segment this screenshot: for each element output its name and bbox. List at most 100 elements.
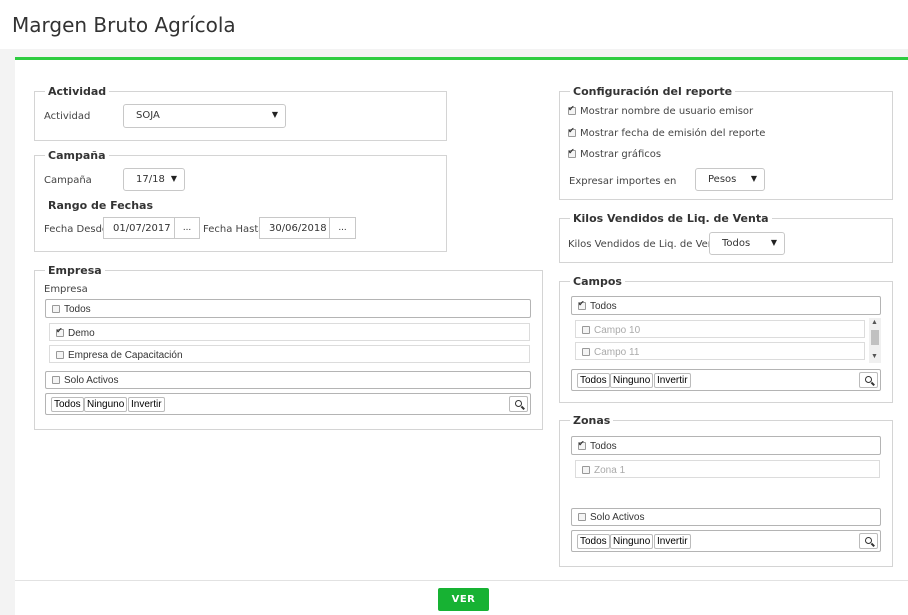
campos-ninguno-button[interactable]: Ninguno xyxy=(610,373,654,388)
search-icon xyxy=(865,376,872,383)
zonas-solo-activos-row[interactable]: Solo Activos xyxy=(571,508,881,526)
zonas-todos-row[interactable]: Todos xyxy=(571,436,881,455)
actividad-select[interactable]: SOJA ▼ xyxy=(123,104,286,128)
checkbox-checked-icon[interactable] xyxy=(568,104,576,115)
search-icon xyxy=(865,537,872,544)
search-icon xyxy=(515,400,522,407)
campos-toolbar: Todos Ninguno Invertir xyxy=(571,369,881,391)
chevron-down-icon: ▼ xyxy=(170,174,177,183)
empresa-list-item[interactable]: Demo xyxy=(49,323,530,341)
campos-todos-label: Todos xyxy=(590,301,617,312)
campos-scrollbar[interactable]: ▲ ▼ xyxy=(869,318,881,363)
zonas-solo-activos-label: Solo Activos xyxy=(590,512,645,523)
checkbox-unchecked-icon[interactable] xyxy=(582,466,590,474)
campos-list-item[interactable]: Campo 10 xyxy=(575,320,865,338)
chevron-down-icon: ▼ xyxy=(271,110,278,119)
empresa-item-label: Empresa de Capacitación xyxy=(68,350,183,361)
campos-fieldset: Campos Todos Campo 10 Campo 11 ▲ ▼ Todos… xyxy=(559,275,893,403)
fecha-desde-picker-button[interactable]: ... xyxy=(175,217,200,239)
fecha-desde-input[interactable]: 01/07/2017 xyxy=(103,217,175,239)
campana-label: Campaña xyxy=(44,175,92,186)
campos-item-label: Campo 11 xyxy=(594,347,640,358)
importes-label: Expresar importes en xyxy=(569,176,677,187)
fecha-hasta-input[interactable]: 30/06/2018 xyxy=(259,217,330,239)
fecha-hasta-picker-button[interactable]: ... xyxy=(330,217,356,239)
empresa-list-item[interactable]: Empresa de Capacitación xyxy=(49,345,530,363)
checkbox-checked-icon[interactable] xyxy=(578,299,586,310)
empresa-toolbar: Todos Ninguno Invertir xyxy=(45,393,531,415)
checkbox-unchecked-icon[interactable] xyxy=(52,376,60,384)
zonas-legend: Zonas xyxy=(570,414,614,427)
checkbox-checked-icon[interactable] xyxy=(568,147,576,158)
ver-button[interactable]: VER xyxy=(438,588,489,611)
empresa-invertir-button[interactable]: Invertir xyxy=(128,397,165,412)
campos-legend: Campos xyxy=(570,275,625,288)
empresa-ninguno-button[interactable]: Ninguno xyxy=(84,397,128,412)
empresa-todos-row[interactable]: Todos xyxy=(45,299,531,318)
scroll-up-icon[interactable]: ▲ xyxy=(871,319,878,326)
zonas-todos-label: Todos xyxy=(590,441,617,452)
checkbox-unchecked-icon[interactable] xyxy=(582,348,590,356)
config-option-nombre[interactable]: Mostrar nombre de usuario emisor xyxy=(568,104,754,117)
campana-select[interactable]: 17/18 ▼ xyxy=(123,168,185,191)
fecha-hasta-value: 30/06/2018 xyxy=(269,223,327,234)
zonas-search-button[interactable] xyxy=(859,533,878,549)
zonas-ninguno-button[interactable]: Ninguno xyxy=(610,534,654,549)
title-bar: Margen Bruto Agrícola xyxy=(0,0,908,49)
campos-item-label: Campo 10 xyxy=(594,325,641,336)
zonas-item-label: Zona 1 xyxy=(594,465,626,476)
campos-todos-row[interactable]: Todos xyxy=(571,296,881,315)
scroll-down-icon[interactable]: ▼ xyxy=(871,353,878,360)
footer-bar: VER xyxy=(15,580,908,615)
empresa-solo-activos-label: Solo Activos xyxy=(64,375,119,386)
config-option-graficos-label: Mostrar gráficos xyxy=(580,149,662,160)
campos-list-item[interactable]: Campo 11 xyxy=(575,342,865,360)
actividad-label: Actividad xyxy=(44,111,91,122)
zonas-toolbar: Todos Ninguno Invertir xyxy=(571,530,881,552)
checkbox-checked-icon[interactable] xyxy=(568,126,576,137)
config-fieldset: Configuración del reporte Mostrar nombre… xyxy=(559,85,893,200)
config-option-fecha[interactable]: Mostrar fecha de emisión del reporte xyxy=(568,126,766,139)
importes-select-value: Pesos xyxy=(708,174,737,185)
campos-scroll-thumb[interactable] xyxy=(871,330,879,345)
importes-select[interactable]: Pesos ▼ xyxy=(695,168,765,191)
checkbox-unchecked-icon[interactable] xyxy=(578,513,586,521)
zonas-invertir-button[interactable]: Invertir xyxy=(654,534,691,549)
empresa-search-button[interactable] xyxy=(509,396,528,412)
campana-legend: Campaña xyxy=(45,149,109,162)
checkbox-checked-icon[interactable] xyxy=(578,439,586,450)
empresa-todos-button[interactable]: Todos xyxy=(51,397,84,412)
empresa-fieldset: Empresa Empresa Todos Demo Empresa de Ca… xyxy=(34,264,543,430)
campos-todos-button[interactable]: Todos xyxy=(577,373,610,388)
config-option-nombre-label: Mostrar nombre de usuario emisor xyxy=(580,106,754,117)
zonas-fieldset: Zonas Todos Zona 1 Solo Activos Todos Ni… xyxy=(559,414,893,567)
report-panel: Actividad Actividad SOJA ▼ Campaña Campa… xyxy=(15,57,908,580)
config-option-fecha-label: Mostrar fecha de emisión del reporte xyxy=(580,128,766,139)
campana-select-value: 17/18 xyxy=(136,174,165,185)
empresa-label: Empresa xyxy=(44,284,88,295)
fecha-hasta-label: Fecha Hasta xyxy=(203,224,265,235)
kilos-legend: Kilos Vendidos de Liq. de Venta xyxy=(570,212,772,225)
kilos-fieldset: Kilos Vendidos de Liq. de Venta Kilos Ve… xyxy=(559,212,893,263)
fecha-desde-value: 01/07/2017 xyxy=(113,223,171,234)
zonas-list-item[interactable]: Zona 1 xyxy=(575,460,880,478)
empresa-solo-activos-row[interactable]: Solo Activos xyxy=(45,371,531,389)
checkbox-unchecked-icon[interactable] xyxy=(582,326,590,334)
campos-invertir-button[interactable]: Invertir xyxy=(654,373,691,388)
actividad-fieldset: Actividad Actividad SOJA ▼ xyxy=(34,85,447,141)
kilos-label: Kilos Vendidos de Liq. de Venta xyxy=(568,239,725,250)
page-title: Margen Bruto Agrícola xyxy=(12,13,236,37)
kilos-select-value: Todos xyxy=(722,238,751,249)
config-legend: Configuración del reporte xyxy=(570,85,736,98)
campos-search-button[interactable] xyxy=(859,372,878,388)
chevron-down-icon: ▼ xyxy=(770,238,777,247)
campana-fieldset: Campaña Campaña 17/18 ▼ Rango de Fechas … xyxy=(34,149,447,252)
checkbox-checked-icon[interactable] xyxy=(56,326,64,337)
checkbox-unchecked-icon[interactable] xyxy=(56,351,64,359)
zonas-todos-button[interactable]: Todos xyxy=(577,534,610,549)
config-option-graficos[interactable]: Mostrar gráficos xyxy=(568,147,662,160)
kilos-select[interactable]: Todos ▼ xyxy=(709,232,785,255)
fecha-desde-label: Fecha Desde xyxy=(44,224,109,235)
empresa-item-label: Demo xyxy=(68,328,95,339)
checkbox-unchecked-icon[interactable] xyxy=(52,305,60,313)
